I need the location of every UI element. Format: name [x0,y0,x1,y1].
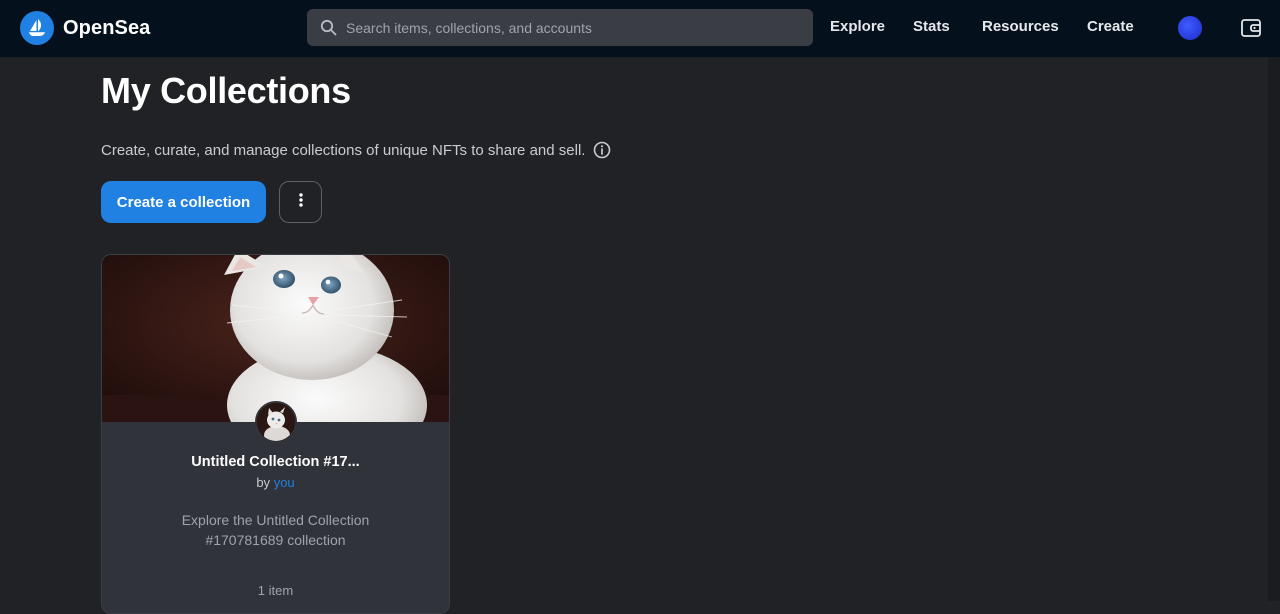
brand-home-link[interactable]: OpenSea [20,11,150,45]
page-scrollbar[interactable] [1268,57,1280,601]
wallet-icon[interactable] [1240,17,1262,39]
collection-author: by you [102,475,449,490]
collection-description: Explore the Untitled Collection #1707816… [181,512,370,548]
top-navbar: OpenSea Explore Stats Resources Create [0,0,1280,57]
opensea-logo-icon [20,11,54,45]
collection-author-prefix: by [256,475,271,490]
info-icon[interactable] [593,141,611,159]
collection-title: Untitled Collection #17... [191,454,360,470]
search-bar[interactable] [307,9,813,46]
search-input[interactable] [346,19,806,36]
search-icon [319,19,337,37]
nav-explore-link[interactable]: Explore [830,18,885,35]
page-description: Create, curate, and manage collections o… [101,141,611,159]
collection-item-count: 1 item [257,583,294,598]
vertical-ellipsis-icon [298,192,304,213]
page-description-text: Create, curate, and manage collections o… [101,141,586,159]
more-options-button[interactable] [279,181,322,223]
nav-stats-link[interactable]: Stats [913,18,950,35]
collection-avatar [255,401,297,443]
collection-banner-image [102,255,449,422]
profile-avatar-icon[interactable] [1178,16,1202,40]
brand-name: OpenSea [63,16,151,39]
create-collection-button[interactable]: Create a collection [101,181,266,223]
collection-card[interactable]: Untitled Collection #17... by you Explor… [101,254,450,614]
page-title: My Collections [101,70,351,111]
nav-create-link[interactable]: Create [1087,18,1134,35]
nav-resources-link[interactable]: Resources [982,18,1059,35]
collection-author-link[interactable]: you [274,475,295,490]
